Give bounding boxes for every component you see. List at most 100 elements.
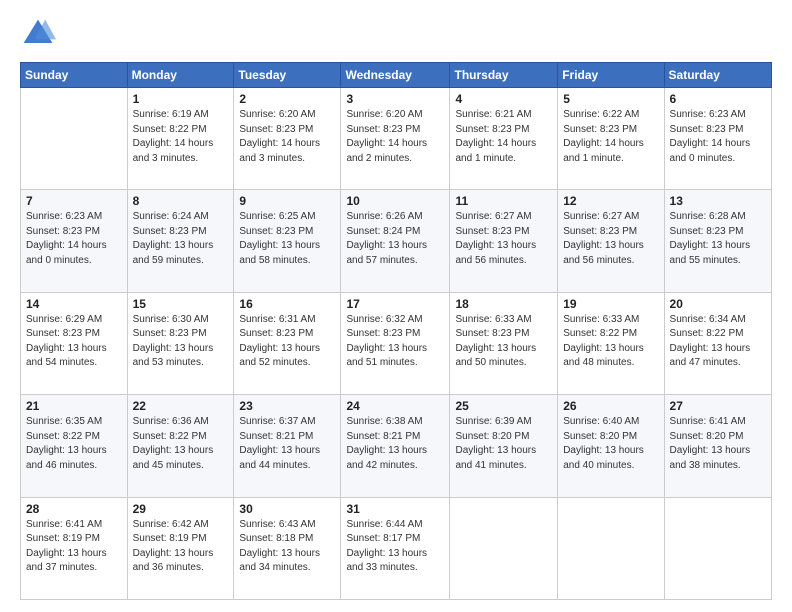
day-number: 29 [133, 502, 229, 516]
day-number: 2 [239, 92, 335, 106]
calendar-cell: 14 Sunrise: 6:29 AM Sunset: 8:23 PM Dayli… [21, 292, 128, 394]
day-number: 30 [239, 502, 335, 516]
weekday-header-saturday: Saturday [664, 63, 771, 88]
day-info: Sunrise: 6:39 AM Sunset: 8:20 PM Dayligh… [455, 415, 552, 473]
day-info: Sunrise: 6:28 AM Sunset: 8:23 PM Dayligh… [670, 210, 766, 268]
day-number: 9 [239, 194, 335, 208]
day-info: Sunrise: 6:25 AM Sunset: 8:23 PM Dayligh… [239, 210, 335, 268]
day-info: Sunrise: 6:27 AM Sunset: 8:23 PM Dayligh… [455, 210, 552, 268]
day-info: Sunrise: 6:31 AM Sunset: 8:23 PM Dayligh… [239, 313, 335, 371]
day-info: Sunrise: 6:27 AM Sunset: 8:23 PM Dayligh… [563, 210, 658, 268]
calendar-cell: 3 Sunrise: 6:20 AM Sunset: 8:23 PM Daylig… [341, 88, 450, 190]
calendar-cell: 5 Sunrise: 6:22 AM Sunset: 8:23 PM Daylig… [558, 88, 664, 190]
calendar-cell: 21 Sunrise: 6:35 AM Sunset: 8:22 PM Dayli… [21, 395, 128, 497]
day-number: 5 [563, 92, 658, 106]
calendar-cell: 27 Sunrise: 6:41 AM Sunset: 8:20 PM Dayli… [664, 395, 771, 497]
weekday-header-friday: Friday [558, 63, 664, 88]
weekday-header-wednesday: Wednesday [341, 63, 450, 88]
calendar-cell: 11 Sunrise: 6:27 AM Sunset: 8:23 PM Dayli… [450, 190, 558, 292]
day-number: 8 [133, 194, 229, 208]
day-info: Sunrise: 6:33 AM Sunset: 8:22 PM Dayligh… [563, 313, 658, 371]
day-info: Sunrise: 6:20 AM Sunset: 8:23 PM Dayligh… [239, 108, 335, 166]
day-number: 12 [563, 194, 658, 208]
calendar-cell: 17 Sunrise: 6:32 AM Sunset: 8:23 PM Dayli… [341, 292, 450, 394]
day-info: Sunrise: 6:29 AM Sunset: 8:23 PM Dayligh… [26, 313, 122, 371]
day-info: Sunrise: 6:41 AM Sunset: 8:19 PM Dayligh… [26, 518, 122, 576]
calendar-cell [558, 497, 664, 599]
day-info: Sunrise: 6:34 AM Sunset: 8:22 PM Dayligh… [670, 313, 766, 371]
day-number: 14 [26, 297, 122, 311]
calendar-cell: 6Sunrise: 6:23 AM Sunset: 8:23 PM Daylig… [664, 88, 771, 190]
day-number: 13 [670, 194, 766, 208]
day-info: Sunrise: 6:20 AM Sunset: 8:23 PM Dayligh… [346, 108, 444, 166]
calendar-cell: 22 Sunrise: 6:36 AM Sunset: 8:22 PM Dayli… [127, 395, 234, 497]
day-info: Sunrise: 6:42 AM Sunset: 8:19 PM Dayligh… [133, 518, 229, 576]
day-info: Sunrise: 6:37 AM Sunset: 8:21 PM Dayligh… [239, 415, 335, 473]
day-number: 24 [346, 399, 444, 413]
calendar-table: SundayMondayTuesdayWednesdayThursdayFrid… [20, 62, 772, 600]
day-info: Sunrise: 6:23 AM Sunset: 8:23 PM Dayligh… [670, 108, 766, 166]
calendar-cell: 19 Sunrise: 6:33 AM Sunset: 8:22 PM Dayli… [558, 292, 664, 394]
calendar-cell: 1 Sunrise: 6:19 AM Sunset: 8:22 PM Daylig… [127, 88, 234, 190]
calendar-cell: 18 Sunrise: 6:33 AM Sunset: 8:23 PM Dayli… [450, 292, 558, 394]
day-info: Sunrise: 6:40 AM Sunset: 8:20 PM Dayligh… [563, 415, 658, 473]
day-number: 21 [26, 399, 122, 413]
day-number: 4 [455, 92, 552, 106]
page-header [20, 16, 772, 52]
calendar-cell: 29 Sunrise: 6:42 AM Sunset: 8:19 PM Dayli… [127, 497, 234, 599]
calendar-cell [664, 497, 771, 599]
logo-icon [20, 16, 56, 52]
calendar-cell: 24 Sunrise: 6:38 AM Sunset: 8:21 PM Dayli… [341, 395, 450, 497]
weekday-header-sunday: Sunday [21, 63, 128, 88]
calendar-cell: 16 Sunrise: 6:31 AM Sunset: 8:23 PM Dayli… [234, 292, 341, 394]
day-number: 23 [239, 399, 335, 413]
day-info: Sunrise: 6:23 AM Sunset: 8:23 PM Dayligh… [26, 210, 122, 268]
day-number: 3 [346, 92, 444, 106]
calendar-cell: 7 Sunrise: 6:23 AM Sunset: 8:23 PM Daylig… [21, 190, 128, 292]
day-info: Sunrise: 6:32 AM Sunset: 8:23 PM Dayligh… [346, 313, 444, 371]
day-info: Sunrise: 6:33 AM Sunset: 8:23 PM Dayligh… [455, 313, 552, 371]
day-number: 19 [563, 297, 658, 311]
weekday-header-thursday: Thursday [450, 63, 558, 88]
weekday-header-monday: Monday [127, 63, 234, 88]
day-info: Sunrise: 6:38 AM Sunset: 8:21 PM Dayligh… [346, 415, 444, 473]
weekday-header-tuesday: Tuesday [234, 63, 341, 88]
day-number: 10 [346, 194, 444, 208]
day-info: Sunrise: 6:19 AM Sunset: 8:22 PM Dayligh… [133, 108, 229, 166]
calendar-cell: 23 Sunrise: 6:37 AM Sunset: 8:21 PM Dayli… [234, 395, 341, 497]
calendar-cell: 9 Sunrise: 6:25 AM Sunset: 8:23 PM Daylig… [234, 190, 341, 292]
day-number: 31 [346, 502, 444, 516]
day-number: 16 [239, 297, 335, 311]
calendar-cell: 15Sunrise: 6:30 AM Sunset: 8:23 PM Dayli… [127, 292, 234, 394]
calendar-cell: 30 Sunrise: 6:43 AM Sunset: 8:18 PM Dayli… [234, 497, 341, 599]
day-info: Sunrise: 6:26 AM Sunset: 8:24 PM Dayligh… [346, 210, 444, 268]
day-number: 7 [26, 194, 122, 208]
calendar-cell: 2 Sunrise: 6:20 AM Sunset: 8:23 PM Daylig… [234, 88, 341, 190]
calendar-cell [450, 497, 558, 599]
day-number: 17 [346, 297, 444, 311]
day-info: Sunrise: 6:43 AM Sunset: 8:18 PM Dayligh… [239, 518, 335, 576]
calendar-cell: 28Sunrise: 6:41 AM Sunset: 8:19 PM Dayli… [21, 497, 128, 599]
day-info: Sunrise: 6:41 AM Sunset: 8:20 PM Dayligh… [670, 415, 766, 473]
day-info: Sunrise: 6:36 AM Sunset: 8:22 PM Dayligh… [133, 415, 229, 473]
day-info: Sunrise: 6:30 AM Sunset: 8:23 PM Dayligh… [133, 313, 229, 371]
calendar-cell: 12 Sunrise: 6:27 AM Sunset: 8:23 PM Dayli… [558, 190, 664, 292]
day-info: Sunrise: 6:24 AM Sunset: 8:23 PM Dayligh… [133, 210, 229, 268]
day-number: 27 [670, 399, 766, 413]
calendar-cell: 13 Sunrise: 6:28 AM Sunset: 8:23 PM Dayli… [664, 190, 771, 292]
day-info: Sunrise: 6:22 AM Sunset: 8:23 PM Dayligh… [563, 108, 658, 166]
day-info: Sunrise: 6:44 AM Sunset: 8:17 PM Dayligh… [346, 518, 444, 576]
calendar-cell: 4Sunrise: 6:21 AM Sunset: 8:23 PM Daylig… [450, 88, 558, 190]
calendar-cell: 8 Sunrise: 6:24 AM Sunset: 8:23 PM Daylig… [127, 190, 234, 292]
calendar-cell: 31 Sunrise: 6:44 AM Sunset: 8:17 PM Dayli… [341, 497, 450, 599]
day-number: 25 [455, 399, 552, 413]
calendar-cell: 20Sunrise: 6:34 AM Sunset: 8:22 PM Dayli… [664, 292, 771, 394]
logo [20, 16, 60, 52]
calendar-cell [21, 88, 128, 190]
day-number: 22 [133, 399, 229, 413]
day-number: 11 [455, 194, 552, 208]
day-number: 18 [455, 297, 552, 311]
day-info: Sunrise: 6:35 AM Sunset: 8:22 PM Dayligh… [26, 415, 122, 473]
day-number: 1 [133, 92, 229, 106]
calendar-cell: 10 Sunrise: 6:26 AM Sunset: 8:24 PM Dayli… [341, 190, 450, 292]
